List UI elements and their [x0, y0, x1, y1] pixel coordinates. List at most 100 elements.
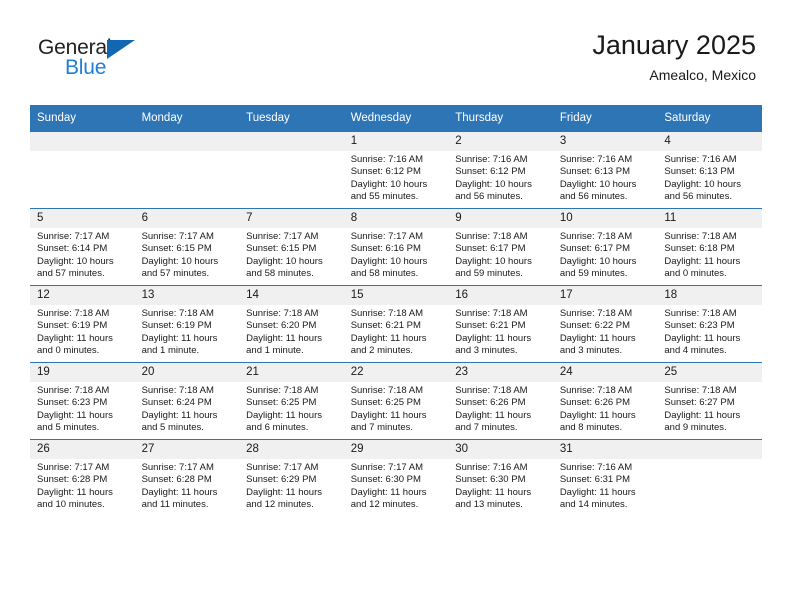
calendar-day-cell[interactable]: 22 Sunrise: 7:18 AM Sunset: 6:25 PM Dayligh… [343, 362, 449, 440]
day-details: Sunrise: 7:16 AM Sunset: 6:31 PM Daylight:… [553, 459, 658, 512]
calendar-day-cell[interactable]: 26 Sunrise: 7:17 AM Sunset: 6:28 PM Dayligh… [30, 439, 135, 516]
day-number: 13 [134, 286, 240, 305]
general-blue-logo[interactable]: General Blue [38, 36, 168, 86]
calendar-day-cell[interactable]: 30 Sunrise: 7:16 AM Sunset: 6:30 PM Dayligh… [448, 439, 553, 516]
calendar-day-cell[interactable]: 8 Sunrise: 7:17 AM Sunset: 6:16 PM Daylight… [343, 208, 449, 286]
calendar-week-row: 1 Sunrise: 7:16 AM Sunset: 6:12 PM Daylight… [30, 131, 762, 209]
day-details: Sunrise: 7:16 AM Sunset: 6:30 PM Daylight:… [448, 459, 553, 512]
calendar-day-cell[interactable]: 1 Sunrise: 7:16 AM Sunset: 6:12 PM Daylight… [343, 131, 449, 209]
daylight-text: Daylight: 10 hours and 59 minutes. [559, 255, 637, 280]
sunset-text: Sunset: 6:16 PM [350, 243, 421, 255]
calendar-day-cell[interactable]: 11 Sunrise: 7:18 AM Sunset: 6:18 PM Dayligh… [657, 208, 762, 286]
weekday-header-monday: Monday [134, 105, 240, 132]
calendar-day-cell[interactable]: 12 Sunrise: 7:18 AM Sunset: 6:19 PM Dayligh… [30, 285, 135, 363]
daylight-text: Daylight: 11 hours and 12 minutes. [246, 486, 322, 511]
day-number: 6 [134, 209, 240, 228]
calendar-day-cell[interactable]: 20 Sunrise: 7:18 AM Sunset: 6:24 PM Dayligh… [134, 362, 240, 440]
day-details: Sunrise: 7:18 AM Sunset: 6:23 PM Daylight:… [30, 382, 135, 435]
day-number: 27 [134, 440, 240, 459]
sunrise-text: Sunrise: 7:18 AM [350, 385, 424, 396]
calendar-day-cell[interactable]: 29 Sunrise: 7:17 AM Sunset: 6:30 PM Dayligh… [343, 439, 449, 516]
day-details: Sunrise: 7:16 AM Sunset: 6:13 PM Daylight:… [553, 151, 658, 204]
calendar-day-cell[interactable]: 25 Sunrise: 7:18 AM Sunset: 6:27 PM Dayligh… [657, 362, 762, 440]
sunrise-text: Sunrise: 7:17 AM [246, 231, 319, 242]
calendar-day-cell[interactable]: 13 Sunrise: 7:18 AM Sunset: 6:19 PM Dayligh… [134, 285, 240, 363]
day-details: Sunrise: 7:18 AM Sunset: 6:17 PM Daylight:… [553, 228, 658, 281]
sunset-text: Sunset: 6:20 PM [246, 320, 317, 332]
calendar-day-cell[interactable]: 10 Sunrise: 7:18 AM Sunset: 6:17 PM Dayligh… [552, 208, 658, 286]
daylight-text: Daylight: 11 hours and 6 minutes. [246, 409, 322, 434]
page-subtitle: Amealco, Mexico [649, 67, 756, 84]
day-details: Sunrise: 7:18 AM Sunset: 6:25 PM Daylight:… [344, 382, 449, 435]
sunrise-text: Sunrise: 7:17 AM [141, 462, 214, 473]
day-details: Sunrise: 7:17 AM Sunset: 6:30 PM Daylight:… [344, 459, 449, 512]
sunrise-text: Sunrise: 7:17 AM [37, 231, 110, 242]
sunset-text: Sunset: 6:17 PM [455, 243, 526, 255]
calendar-day-cell[interactable]: 31 Sunrise: 7:16 AM Sunset: 6:31 PM Dayligh… [552, 439, 658, 516]
day-details: Sunrise: 7:17 AM Sunset: 6:16 PM Daylight:… [344, 228, 449, 281]
day-details: Sunrise: 7:18 AM Sunset: 6:21 PM Daylight:… [344, 305, 449, 358]
calendar-body: 1 Sunrise: 7:16 AM Sunset: 6:12 PM Daylight… [30, 131, 762, 516]
calendar-day-cell[interactable]: 21 Sunrise: 7:18 AM Sunset: 6:25 PM Dayligh… [239, 362, 344, 440]
calendar-day-cell[interactable]: 24 Sunrise: 7:18 AM Sunset: 6:26 PM Dayligh… [552, 362, 658, 440]
calendar-day-cell[interactable]: 2 Sunrise: 7:16 AM Sunset: 6:12 PM Daylight… [448, 131, 553, 209]
sunrise-text: Sunrise: 7:17 AM [37, 462, 110, 473]
day-details: Sunrise: 7:18 AM Sunset: 6:23 PM Daylight:… [657, 305, 762, 358]
calendar-day-cell[interactable]: 16 Sunrise: 7:18 AM Sunset: 6:21 PM Dayligh… [448, 285, 553, 363]
day-number: 8 [343, 209, 449, 228]
calendar-day-cell[interactable]: 15 Sunrise: 7:18 AM Sunset: 6:21 PM Dayligh… [343, 285, 449, 363]
sunset-text: Sunset: 6:23 PM [664, 320, 735, 332]
daylight-text: Daylight: 11 hours and 0 minutes. [37, 332, 113, 357]
day-details: Sunrise: 7:17 AM Sunset: 6:15 PM Daylight:… [135, 228, 240, 281]
calendar-day-cell[interactable]: 7 Sunrise: 7:17 AM Sunset: 6:15 PM Daylight… [239, 208, 344, 286]
calendar-day-cell[interactable]: 14 Sunrise: 7:18 AM Sunset: 6:20 PM Dayligh… [239, 285, 344, 363]
calendar-day-cell[interactable]: 19 Sunrise: 7:18 AM Sunset: 6:23 PM Dayligh… [30, 362, 135, 440]
daylight-text: Daylight: 11 hours and 8 minutes. [559, 409, 636, 434]
calendar-day-cell[interactable]: 23 Sunrise: 7:18 AM Sunset: 6:26 PM Dayligh… [448, 362, 553, 440]
sunset-text: Sunset: 6:12 PM [455, 166, 526, 178]
calendar-day-cell[interactable]: 27 Sunrise: 7:17 AM Sunset: 6:28 PM Dayligh… [134, 439, 240, 516]
day-number: 20 [134, 363, 240, 382]
day-number: 28 [239, 440, 344, 459]
title-block: January 2025 Amealco, Mexico [592, 30, 756, 83]
page-title: January 2025 [592, 30, 756, 60]
day-number: 30 [448, 440, 553, 459]
calendar-day-cell[interactable]: 9 Sunrise: 7:18 AM Sunset: 6:17 PM Daylight… [448, 208, 553, 286]
sunrise-text: Sunrise: 7:18 AM [246, 308, 319, 319]
sunset-text: Sunset: 6:13 PM [559, 166, 631, 178]
calendar-week-row: 5 Sunrise: 7:17 AM Sunset: 6:14 PM Daylight… [30, 208, 762, 286]
weekday-header-thursday: Thursday [448, 105, 553, 132]
day-details: Sunrise: 7:18 AM Sunset: 6:20 PM Daylight:… [239, 305, 344, 358]
sunrise-text: Sunrise: 7:18 AM [455, 231, 528, 242]
calendar-day-cell[interactable]: 4 Sunrise: 7:16 AM Sunset: 6:13 PM Daylight… [657, 131, 762, 209]
sunrise-text: Sunrise: 7:18 AM [664, 385, 737, 396]
weekday-header-saturday: Saturday [657, 105, 762, 132]
day-number: 1 [343, 132, 449, 151]
calendar-day-cell[interactable]: 28 Sunrise: 7:17 AM Sunset: 6:29 PM Dayligh… [239, 439, 344, 516]
calendar-day-cell[interactable]: 17 Sunrise: 7:18 AM Sunset: 6:22 PM Dayligh… [552, 285, 658, 363]
daylight-text: Daylight: 10 hours and 56 minutes. [559, 178, 637, 203]
day-number [134, 132, 240, 151]
daylight-text: Daylight: 11 hours and 11 minutes. [141, 486, 218, 511]
sunset-text: Sunset: 6:27 PM [664, 397, 735, 409]
daylight-text: Daylight: 10 hours and 55 minutes. [350, 178, 428, 203]
calendar-day-cell[interactable]: 3 Sunrise: 7:16 AM Sunset: 6:13 PM Daylight… [552, 131, 658, 209]
day-number: 7 [239, 209, 344, 228]
weekday-header-friday: Friday [552, 105, 658, 132]
day-details: Sunrise: 7:18 AM Sunset: 6:17 PM Daylight:… [448, 228, 553, 281]
calendar-day-cell-empty [239, 131, 344, 209]
sunrise-text: Sunrise: 7:16 AM [455, 462, 528, 473]
sunset-text: Sunset: 6:25 PM [246, 397, 317, 409]
calendar-day-cell[interactable]: 5 Sunrise: 7:17 AM Sunset: 6:14 PM Daylight… [30, 208, 135, 286]
day-number: 25 [657, 363, 762, 382]
daylight-text: Daylight: 11 hours and 14 minutes. [559, 486, 636, 511]
daylight-text: Daylight: 11 hours and 5 minutes. [141, 409, 218, 434]
day-number: 22 [343, 363, 449, 382]
day-number [239, 132, 344, 151]
sunrise-text: Sunrise: 7:18 AM [350, 308, 424, 319]
calendar-day-cell[interactable]: 6 Sunrise: 7:17 AM Sunset: 6:15 PM Daylight… [134, 208, 240, 286]
calendar-day-cell[interactable]: 18 Sunrise: 7:18 AM Sunset: 6:23 PM Dayligh… [657, 285, 762, 363]
sunset-text: Sunset: 6:25 PM [350, 397, 421, 409]
sunrise-text: Sunrise: 7:18 AM [559, 308, 633, 319]
day-number: 18 [657, 286, 762, 305]
